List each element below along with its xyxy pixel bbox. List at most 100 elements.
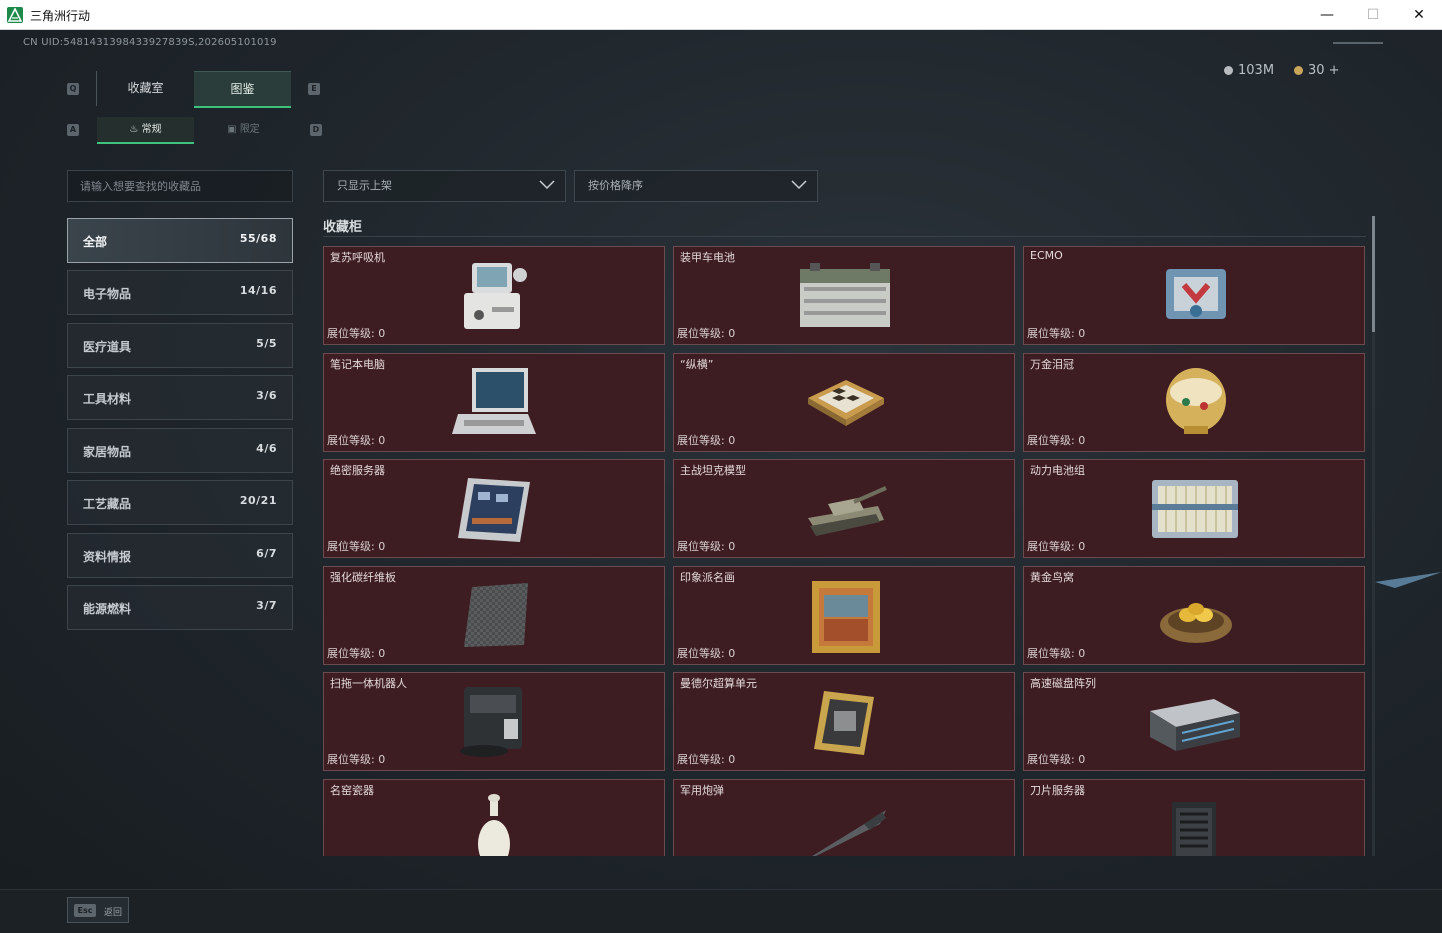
- player-uid: CN UID:5481431398433927839S,202605101019: [23, 37, 277, 48]
- item-card[interactable]: 装甲车电池 展位等级: 0: [673, 246, 1015, 345]
- flame-icon: ♨: [129, 124, 142, 135]
- sub-tabs: ♨ 常规 ▣ 限定: [97, 117, 292, 144]
- item-card[interactable]: 扫拖一体机器人 展位等级: 0: [323, 672, 665, 771]
- category-household[interactable]: 家居物品 4/6: [67, 428, 293, 473]
- tab-collection-room[interactable]: 收藏室: [96, 71, 194, 106]
- vase-icon: [478, 794, 510, 856]
- category-intel[interactable]: 资料情报 6/7: [67, 533, 293, 578]
- subtab-limited[interactable]: ▣ 限定: [195, 117, 292, 143]
- category-count: 4/6: [256, 442, 277, 455]
- item-card[interactable]: 强化碳纤维板 展位等级: 0: [323, 566, 665, 665]
- category-crafts[interactable]: 工艺藏品 20/21: [67, 480, 293, 525]
- key-hint-e: E: [308, 83, 320, 95]
- bottom-bar: [0, 889, 1442, 933]
- item-name: 强化碳纤维板: [330, 571, 396, 584]
- subtab-limited-label: 限定: [239, 124, 260, 135]
- category-medical[interactable]: 医疗道具 5/5: [67, 323, 293, 368]
- item-name: 动力电池组: [1030, 464, 1085, 477]
- item-name: 复苏呼吸机: [330, 251, 385, 264]
- chevron-down-icon: [539, 180, 555, 190]
- category-label: 资料情报: [83, 550, 132, 564]
- item-card[interactable]: 高速磁盘阵列 展位等级: 0: [1023, 672, 1365, 771]
- currency-gold[interactable]: 30 +: [1294, 63, 1340, 78]
- item-level: 展位等级: 0: [1027, 540, 1086, 553]
- item-name: 刀片服务器: [1030, 784, 1085, 797]
- item-card[interactable]: 主战坦克模型 展位等级: 0: [673, 459, 1015, 558]
- chevron-down-icon: [791, 180, 807, 190]
- item-level: 展位等级: 0: [1027, 327, 1086, 340]
- category-label: 工艺藏品: [83, 497, 132, 511]
- item-name: “纵横”: [680, 358, 714, 371]
- shelf-filter-dropdown[interactable]: 只显示上架: [323, 170, 566, 202]
- item-card[interactable]: 军用炮弹: [673, 779, 1015, 856]
- laptop-icon: [452, 368, 536, 434]
- category-tools[interactable]: 工具材料 3/6: [67, 375, 293, 420]
- category-energy[interactable]: 能源燃料 3/7: [67, 585, 293, 630]
- tank-icon: [808, 486, 887, 536]
- shell-icon: [812, 810, 886, 856]
- item-card[interactable]: 印象派名画 展位等级: 0: [673, 566, 1015, 665]
- item-level: 展位等级: 0: [677, 753, 736, 766]
- item-card[interactable]: 复苏呼吸机 展位等级: 0: [323, 246, 665, 345]
- window-titlebar: 三角洲行动 — ☐ ✕: [0, 0, 1442, 30]
- carbon-plate-icon: [464, 583, 528, 647]
- category-label: 全部: [83, 235, 108, 249]
- item-level: 展位等级: 0: [677, 434, 736, 447]
- item-card[interactable]: 黄金鸟窝 展位等级: 0: [1023, 566, 1365, 665]
- search-input[interactable]: [68, 171, 292, 201]
- subtab-normal[interactable]: ♨ 常规: [97, 117, 194, 144]
- close-button[interactable]: ✕: [1396, 0, 1442, 30]
- category-count: 55/68: [239, 232, 277, 245]
- category-count: 20/21: [239, 494, 277, 507]
- currency-credits: 103M: [1224, 63, 1274, 78]
- key-hint-d: D: [310, 124, 322, 136]
- item-level: 展位等级: 0: [1027, 647, 1086, 660]
- cpu-icon: [814, 691, 874, 755]
- item-name: 军用炮弹: [680, 784, 724, 797]
- search-box: [67, 170, 293, 202]
- category-count: 5/5: [256, 337, 277, 350]
- disk-array-icon: [1150, 699, 1240, 751]
- robot-vacuum-icon: [460, 687, 522, 757]
- scrollbar-thumb[interactable]: [1372, 216, 1375, 332]
- category-label: 电子物品: [83, 287, 132, 301]
- key-hint-a: A: [67, 124, 79, 136]
- app-logo-icon: [7, 7, 23, 23]
- section-title: 收藏柜: [323, 220, 363, 235]
- category-count: 6/7: [256, 547, 277, 560]
- minimize-button[interactable]: —: [1304, 0, 1350, 30]
- item-card[interactable]: 曼德尔超算单元 展位等级: 0: [673, 672, 1015, 771]
- item-card[interactable]: 刀片服务器: [1023, 779, 1365, 856]
- light-streak-decoration: [1375, 572, 1442, 588]
- back-button[interactable]: Esc 返回: [67, 897, 129, 923]
- category-electronics[interactable]: 电子物品 14/16: [67, 270, 293, 315]
- item-card[interactable]: ECMO 展位等级: 0: [1023, 246, 1365, 345]
- blade-server-icon: [1172, 802, 1216, 856]
- item-name: 黄金鸟窝: [1030, 571, 1074, 584]
- item-level: 展位等级: 0: [327, 540, 386, 553]
- item-card[interactable]: 绝密服务器 展位等级: 0: [323, 459, 665, 558]
- item-name: 扫拖一体机器人: [330, 677, 407, 690]
- item-card[interactable]: “纵横” 展位等级: 0: [673, 353, 1015, 452]
- sort-dropdown[interactable]: 按价格降序: [574, 170, 818, 202]
- item-name: 印象派名画: [680, 571, 735, 584]
- battery-pack-icon: [1152, 480, 1238, 538]
- item-name: 装甲车电池: [680, 251, 735, 264]
- golden-nest-icon: [1160, 603, 1232, 643]
- coin-icon: [1224, 66, 1233, 75]
- jewel-egg-icon: [1166, 368, 1226, 434]
- painting-icon: [812, 581, 880, 653]
- item-name: ECMO: [1030, 249, 1063, 262]
- item-card[interactable]: 名窑瓷器: [323, 779, 665, 856]
- item-card[interactable]: 万金泪冠 展位等级: 0: [1023, 353, 1365, 452]
- item-card[interactable]: 动力电池组 展位等级: 0: [1023, 459, 1365, 558]
- currency-value: 30 +: [1308, 63, 1340, 78]
- category-count: 3/7: [256, 599, 277, 612]
- item-card[interactable]: 笔记本电脑 展位等级: 0: [323, 353, 665, 452]
- category-all[interactable]: 全部 55/68: [67, 218, 293, 263]
- maximize-button[interactable]: ☐: [1350, 0, 1396, 30]
- category-count: 14/16: [239, 284, 277, 297]
- main-tabs: 收藏室 图鉴: [96, 71, 291, 108]
- tab-catalog[interactable]: 图鉴: [194, 71, 291, 108]
- item-level: 展位等级: 0: [1027, 434, 1086, 447]
